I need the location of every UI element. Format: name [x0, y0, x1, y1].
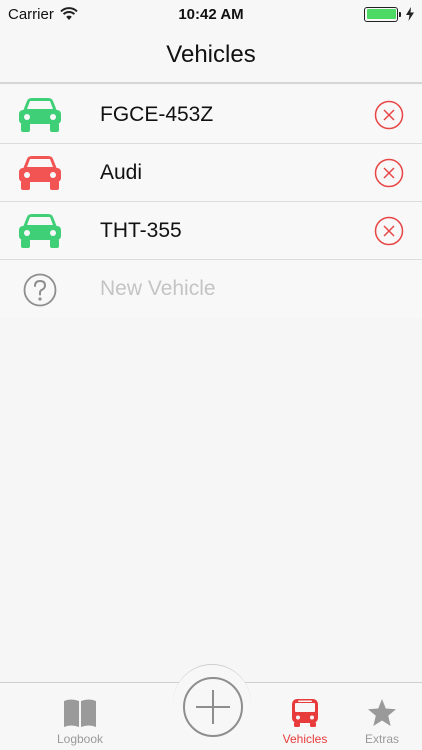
- navigation-bar: Vehicles: [0, 28, 422, 84]
- page-title: Vehicles: [166, 41, 256, 68]
- carrier-label: Carrier: [8, 5, 54, 23]
- vehicle-list: FGCE-453Z Audi THT-355 New Vehicle: [0, 86, 422, 318]
- status-right: [364, 6, 414, 22]
- vehicle-name: FGCE-453Z: [100, 102, 214, 126]
- tab-label: Extras: [364, 732, 399, 746]
- car-icon: [19, 98, 61, 132]
- charging-bolt-icon: [406, 7, 414, 21]
- delete-circle-x-icon[interactable]: [374, 216, 404, 246]
- vehicle-row-1[interactable]: Audi: [0, 144, 422, 202]
- new-vehicle-placeholder: New Vehicle: [100, 277, 216, 300]
- vehicle-name: Audi: [100, 160, 143, 184]
- vehicle-name: THT-355: [100, 218, 182, 242]
- tab-label: Vehicles: [282, 732, 328, 746]
- plus-circle-icon: [196, 690, 230, 724]
- battery-icon: [364, 6, 401, 22]
- add-entry-button[interactable]: [183, 677, 243, 737]
- car-icon: [19, 156, 61, 190]
- delete-circle-x-icon[interactable]: [374, 158, 404, 188]
- wifi-icon: [60, 7, 78, 20]
- tab-extras[interactable]: Extras: [350, 683, 414, 750]
- delete-circle-x-icon[interactable]: [374, 100, 404, 130]
- car-icon: [19, 214, 61, 248]
- new-vehicle-row[interactable]: New Vehicle: [0, 260, 422, 318]
- vehicle-row-2[interactable]: THT-355: [0, 202, 422, 260]
- tab-vehicles[interactable]: Vehicles: [270, 683, 340, 750]
- status-bar: Carrier 10:42 AM: [0, 0, 422, 28]
- star-icon: [368, 699, 396, 726]
- status-left: Carrier: [8, 6, 78, 23]
- tab-logbook[interactable]: Logbook: [40, 683, 120, 750]
- bus-icon: [292, 699, 318, 727]
- question-circle-icon: [23, 273, 57, 307]
- vehicle-row-0[interactable]: FGCE-453Z: [0, 86, 422, 144]
- book-icon: [64, 699, 96, 727]
- battery-fill: [366, 9, 396, 19]
- tab-label: Logbook: [56, 732, 104, 746]
